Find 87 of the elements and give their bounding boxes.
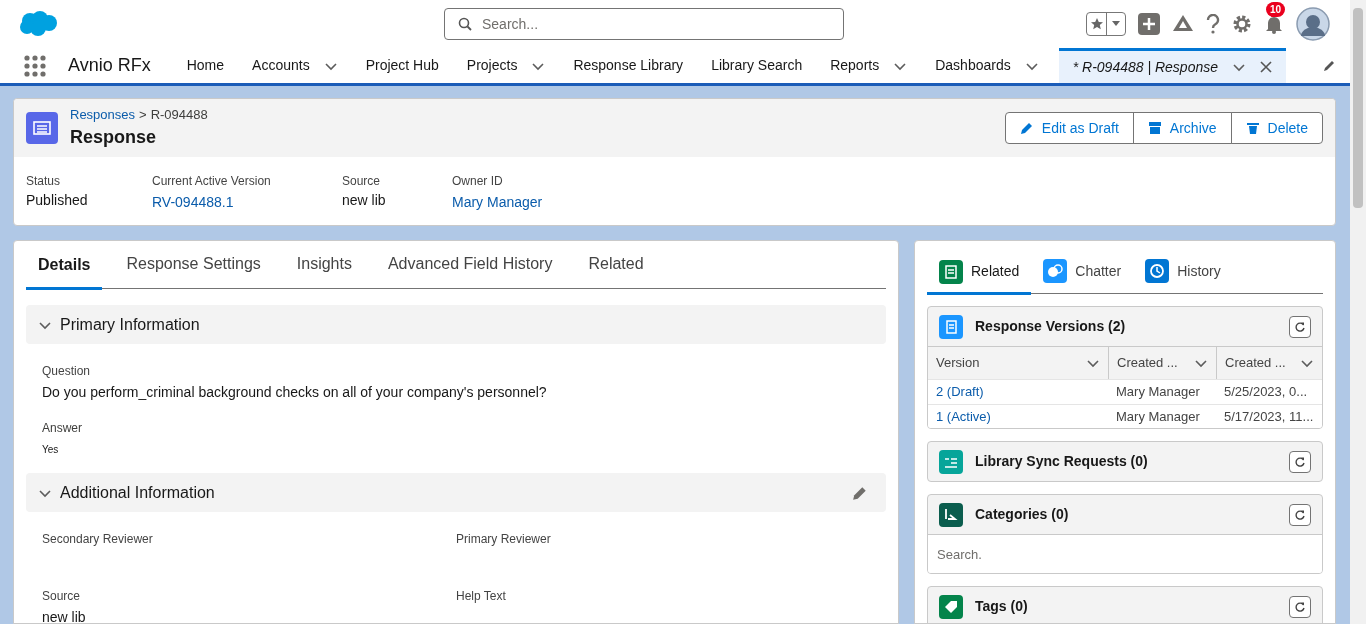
refresh-icon [1294, 455, 1306, 468]
star-icon [1089, 17, 1104, 31]
table-cell-text: 5/17/2023, 11... [1223, 407, 1315, 426]
app-launcher-icon[interactable] [24, 54, 46, 77]
help-icon[interactable] [1206, 14, 1220, 34]
related-list-title[interactable]: Categories (0) [975, 504, 1069, 525]
field-value: new lib [342, 191, 387, 210]
tab[interactable]: Details [26, 253, 103, 290]
trash-icon [1245, 121, 1260, 135]
field-value: Yes [42, 443, 60, 457]
add-icon[interactable] [1138, 13, 1160, 35]
nav-item[interactable]: Project Hub [351, 48, 453, 83]
caret-icon [1112, 21, 1120, 27]
version-link[interactable]: 2 (Draft) [928, 382, 1108, 402]
field-label: Current Active Version [152, 173, 272, 190]
nav-item[interactable]: Projects [452, 48, 560, 83]
tab[interactable]: Chatter [1031, 259, 1134, 293]
field-label: Owner ID [452, 173, 504, 190]
tab[interactable]: Response Settings [114, 252, 273, 288]
refresh-button[interactable] [1289, 503, 1311, 526]
pencil-icon[interactable] [852, 484, 868, 501]
refresh-button[interactable] [1289, 315, 1311, 338]
related-list-title[interactable]: Response Versions (2) [975, 316, 1126, 337]
scrollbar[interactable] [1350, 0, 1366, 624]
archive-icon [1147, 121, 1162, 135]
avatar-icon[interactable] [1296, 7, 1330, 41]
field-label: Help Text [456, 588, 507, 605]
edit-button[interactable]: Edit as Draft [1004, 112, 1134, 144]
field-label: Primary Reviewer [456, 531, 552, 548]
field-label: Source [342, 173, 382, 190]
nav-item[interactable]: Dashboards [921, 48, 1053, 83]
field-link[interactable]: Mary Manager [452, 192, 612, 213]
field-value: new lib [42, 608, 87, 623]
record-title: Response [70, 126, 158, 150]
column-header[interactable]: Created ... [1108, 347, 1216, 379]
record-tab[interactable]: * R-094488 | Response [1058, 48, 1286, 83]
breadcrumb-current: R-094488 [150, 105, 208, 124]
field-label: Secondary Reviewer [42, 531, 154, 548]
tab[interactable]: Insights [284, 252, 364, 288]
nav-item[interactable]: Reports [816, 48, 922, 83]
field-value: Do you perform_criminal background checks on all of your company's personnel? [42, 383, 548, 402]
table-cell-text: 5/25/2023, 0... [1223, 383, 1309, 402]
refresh-button[interactable] [1289, 595, 1311, 618]
favorites-button[interactable] [1086, 12, 1126, 36]
table-cell-text: Mary Manager [1115, 383, 1201, 402]
refresh-button[interactable] [1289, 450, 1311, 473]
breadcrumb-separator: > [139, 105, 147, 124]
app-name: Avnio RFx [68, 54, 151, 77]
search-icon [458, 17, 472, 31]
nav-item[interactable]: Home [172, 48, 239, 83]
refresh-icon [1294, 600, 1306, 613]
breadcrumb-link[interactable]: Responses [70, 104, 136, 125]
related-list-title[interactable]: Tags (0) [975, 596, 1028, 617]
tab[interactable]: Related [576, 252, 656, 288]
tab[interactable]: Advanced Field History [375, 252, 565, 288]
nav-item[interactable]: Library Search [697, 48, 817, 83]
section-header[interactable]: Additional Information [26, 473, 886, 512]
notification-count: 10 [1266, 2, 1286, 17]
cloud-logo[interactable] [18, 10, 58, 38]
notifications-icon[interactable] [1264, 14, 1284, 34]
field-label: Question [42, 363, 92, 380]
version-link[interactable]: 1 (Active) [928, 406, 1108, 427]
delete-button[interactable]: Delete [1230, 112, 1323, 144]
nav-item[interactable]: Response Library [559, 48, 698, 83]
tab[interactable]: History [1133, 259, 1233, 293]
column-header[interactable]: Version [928, 347, 1108, 379]
table-cell-text: Mary Manager [1115, 407, 1201, 426]
related-list-title[interactable]: Library Sync Requests (0) [975, 451, 1148, 472]
tab[interactable]: Related [927, 259, 1032, 295]
field-label: Source [42, 588, 82, 605]
section-header[interactable]: Primary Information [26, 305, 886, 344]
refresh-icon [1294, 508, 1306, 521]
pencil-icon [1019, 121, 1034, 135]
settings-icon[interactable] [1232, 14, 1252, 34]
field-link[interactable]: RV-094488.1 [152, 192, 342, 213]
refresh-icon [1294, 320, 1306, 333]
field-value: Published [26, 191, 89, 210]
search-field[interactable]: Search... [444, 8, 844, 40]
nav-item[interactable]: Accounts [238, 48, 352, 83]
field-label: Status [26, 173, 62, 190]
archive-button[interactable]: Archive [1132, 112, 1232, 144]
close-icon[interactable] [1260, 61, 1272, 73]
column-header[interactable]: Created ... [1216, 347, 1322, 379]
record-icon [26, 112, 58, 144]
edit-icon[interactable] [1322, 58, 1336, 73]
field-label: Answer [42, 420, 83, 437]
search-field[interactable]: Search. [928, 534, 1322, 573]
